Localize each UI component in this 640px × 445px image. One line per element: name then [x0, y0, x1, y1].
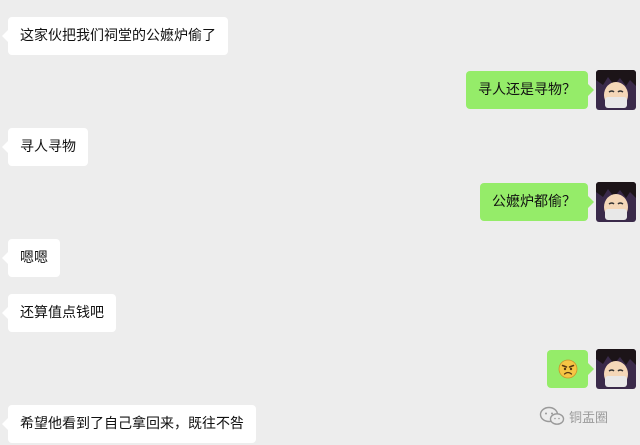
message-text: 寻人寻物 [20, 139, 76, 155]
message-text: 寻人还是寻物？ [478, 82, 576, 98]
avatar-image [596, 349, 636, 389]
avatar-image [596, 70, 636, 110]
angry-face-emoji-icon [558, 359, 577, 379]
message-text: 公嬷炉都偷？ [492, 194, 576, 210]
message-bubble-incoming[interactable]: 希望他看到了自己拿回来，既往不咎 [2, 405, 256, 443]
avatar-image [596, 182, 636, 222]
wechat-icon [539, 406, 565, 425]
avatar[interactable] [596, 70, 636, 110]
avatar[interactable] [596, 349, 636, 389]
message-bubble-incoming[interactable]: 这家伙把我们祠堂的公嬷炉偷了 [2, 17, 228, 55]
message-bubble-incoming[interactable]: 嗯嗯 [2, 239, 60, 277]
message-text: 希望他看到了自己拿回来，既往不咎 [20, 416, 244, 432]
message-bubble-incoming[interactable]: 寻人寻物 [2, 128, 88, 166]
chat-window: 这家伙把我们祠堂的公嬷炉偷了 寻人还是寻物？ 寻人寻物 公嬷炉都偷？ 嗯嗯 还算… [0, 0, 640, 445]
watermark: 铜盂圈 [539, 406, 608, 426]
avatar[interactable] [596, 182, 636, 222]
message-text: 嗯嗯 [20, 250, 48, 266]
message-bubble-outgoing[interactable]: 公嬷炉都偷？ [480, 183, 594, 221]
watermark-text: 铜盂圈 [569, 410, 609, 426]
message-text: 还算值点钱吧 [20, 305, 104, 321]
message-bubble-incoming[interactable]: 还算值点钱吧 [2, 294, 116, 332]
message-bubble-outgoing[interactable] [547, 350, 594, 388]
message-text: 这家伙把我们祠堂的公嬷炉偷了 [20, 28, 216, 44]
message-bubble-outgoing[interactable]: 寻人还是寻物？ [466, 71, 594, 109]
